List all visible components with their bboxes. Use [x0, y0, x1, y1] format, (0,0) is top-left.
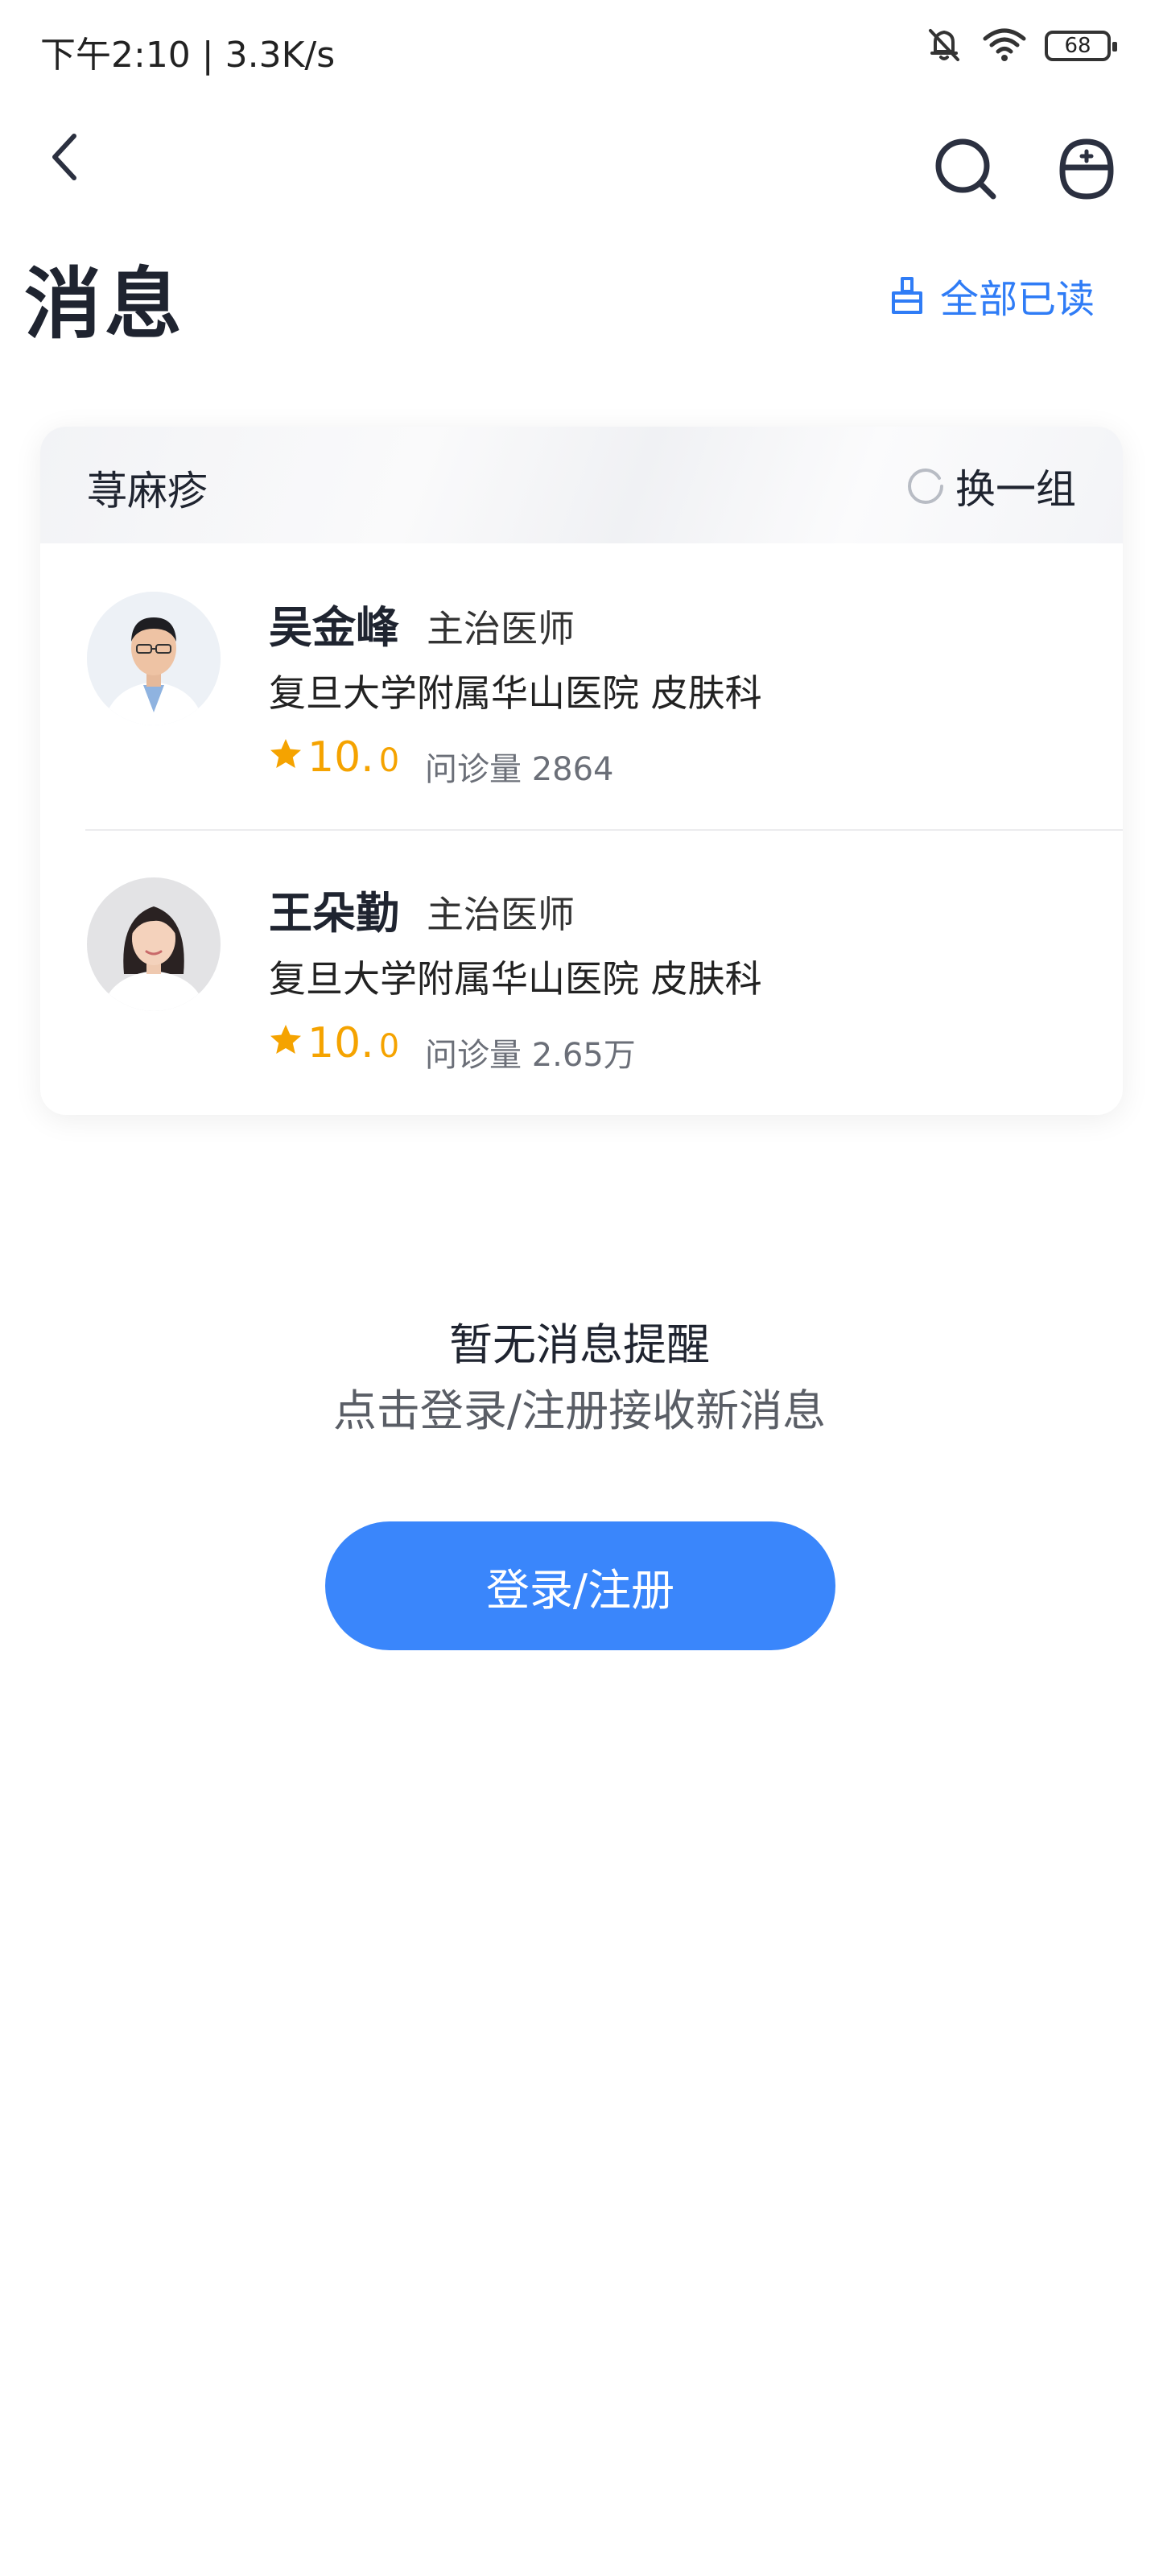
status-icons: 68	[924, 24, 1117, 68]
rating-value: 10.	[307, 1019, 374, 1067]
doctor-item[interactable]: 王朵勤 主治医师 复旦大学附属华山医院 皮肤科 10. 0 问诊量 2.65万	[40, 829, 1123, 1111]
search-icon	[935, 138, 996, 200]
card-header: 荨麻疹 换一组	[40, 427, 1123, 543]
customer-service-icon	[1059, 138, 1114, 200]
doctor-title: 主治医师	[427, 893, 575, 936]
refresh-group-label: 换一组	[955, 466, 1076, 513]
empty-state-title: 暂无消息提醒	[449, 1319, 710, 1370]
rating-decimal: 0	[378, 742, 400, 779]
doctor-hospital: 复旦大学附属华山医院 皮肤科	[269, 957, 762, 1001]
status-bar: 下午2:10 | 3.3K/s 68	[0, 0, 1159, 101]
doctor-item[interactable]: 吴金峰 主治医师 复旦大学附属华山医院 皮肤科 10. 0 问诊量 2864	[40, 543, 1123, 825]
star-icon	[270, 739, 301, 768]
doctor-consult-count: 问诊量 2.65万	[425, 1037, 636, 1074]
doctor-recommend-card: 荨麻疹 换一组 吴金峰 主治医师 复旦大学附属华山医院 皮肤科 10. 0 问诊…	[40, 427, 1123, 1115]
status-time-speed: 下午2:10 | 3.3K/s	[40, 35, 336, 76]
doctor-name: 吴金峰	[269, 602, 399, 653]
refresh-icon	[908, 469, 943, 504]
mark-all-read-label: 全部已读	[939, 277, 1095, 322]
doctor-rating: 10. 0	[269, 733, 399, 782]
messages-page: 下午2:10 | 3.3K/s 68 消息 全部已读 荨麻疹 换一组 吴金峰 主…	[0, 0, 1159, 2576]
back-icon	[52, 134, 76, 180]
card-title: 荨麻疹	[87, 468, 208, 514]
doctor-name: 王朵勤	[269, 888, 399, 939]
battery-level: 68	[1064, 34, 1091, 58]
star-icon	[270, 1025, 301, 1054]
mark-all-read-button[interactable]: 全部已读	[889, 267, 1095, 324]
wifi-icon	[982, 26, 1027, 66]
broom-icon	[891, 277, 922, 314]
doctor-avatar	[87, 592, 221, 725]
bell-off-icon	[924, 24, 964, 68]
refresh-group-button[interactable]: 换一组	[905, 457, 1076, 515]
doctor-rating: 10. 0	[269, 1019, 399, 1067]
empty-state-subtitle: 点击登录/注册接收新消息	[332, 1385, 827, 1436]
doctor-title: 主治医师	[427, 607, 575, 650]
battery-icon: 68	[1045, 31, 1117, 61]
customer-service-button[interactable]	[1046, 129, 1127, 209]
doctor-avatar	[87, 877, 221, 1011]
rating-value: 10.	[307, 733, 374, 782]
login-register-button[interactable]: 登录/注册	[325, 1521, 835, 1650]
doctor-consult-count: 问诊量 2864	[425, 751, 614, 788]
doctor-hospital: 复旦大学附属华山医院 皮肤科	[269, 671, 762, 715]
search-button[interactable]	[926, 129, 1006, 209]
rating-decimal: 0	[378, 1028, 400, 1065]
back-button[interactable]	[32, 121, 97, 193]
page-title: 消息	[24, 259, 185, 349]
